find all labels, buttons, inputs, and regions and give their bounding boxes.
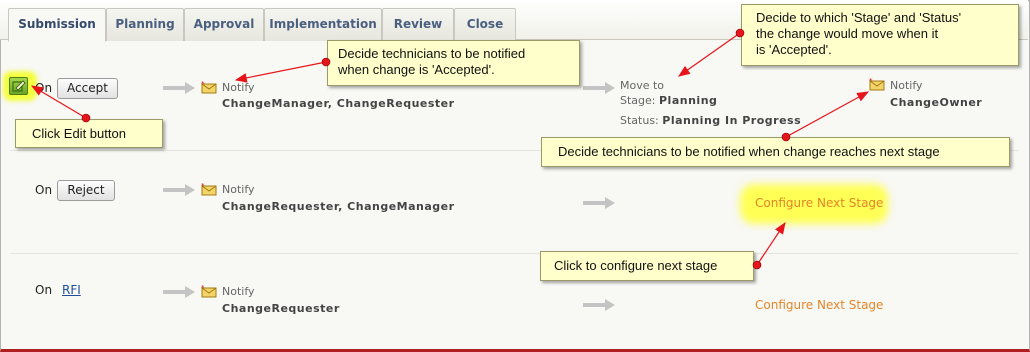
rfi-link[interactable]: RFI — [62, 283, 81, 297]
tab-planning[interactable]: Planning — [106, 8, 184, 41]
gray-right-arrow-icon — [163, 286, 195, 298]
callout-notify-accepted: Decide technicians to be notified when c… — [327, 40, 580, 86]
mail-envelope-icon: * — [201, 285, 217, 298]
gray-right-arrow-icon — [583, 82, 615, 94]
mail-envelope-icon: * — [201, 81, 217, 94]
gray-right-arrow-icon — [583, 299, 615, 311]
tab-close[interactable]: Close — [454, 8, 516, 41]
notify-recipients: ChangeRequester, ChangeManager — [222, 200, 455, 213]
mail-envelope-icon: * — [201, 183, 217, 196]
next-stage-notify-label: Notify — [890, 79, 923, 92]
callout-text: Click to configure next stage — [554, 258, 718, 273]
callout-text: is 'Accepted'. — [756, 42, 832, 57]
on-label: On — [35, 283, 53, 297]
callout-text: Decide to which 'Stage' and 'Status' — [756, 10, 962, 25]
stage-line: Stage: Planning — [620, 94, 717, 107]
gray-right-arrow-icon — [163, 82, 195, 94]
status-value: Planning In Progress — [662, 114, 802, 127]
svg-text:*: * — [201, 81, 205, 88]
move-to-label: Move to — [620, 79, 665, 92]
gray-right-arrow-icon — [583, 197, 615, 209]
status-label: Status: — [620, 114, 659, 127]
status-line: Status: Planning In Progress — [620, 114, 801, 127]
notify-label: Notify — [222, 81, 255, 94]
edit-button[interactable] — [9, 77, 28, 95]
configure-next-stage-link[interactable]: Configure Next Stage — [755, 196, 883, 210]
svg-text:*: * — [201, 183, 205, 190]
callout-text: Decide technicians to be notified — [338, 46, 526, 61]
row-divider — [10, 253, 1018, 254]
notify-recipients: ChangeManager, ChangeRequester — [222, 97, 455, 110]
svg-text:*: * — [201, 285, 205, 292]
callout-text: the change would move when it — [756, 26, 939, 41]
on-label: On — [35, 183, 53, 197]
callout-edit-button: Click Edit button — [15, 119, 163, 148]
tab-implementation[interactable]: Implementation — [264, 8, 382, 41]
callout-text: when change is 'Accepted'. — [338, 62, 495, 77]
gray-right-arrow-icon — [163, 184, 195, 196]
callout-next-stage-notify: Decide technicians to be notified when c… — [541, 137, 1010, 167]
tab-submission[interactable]: Submission — [8, 8, 106, 42]
notify-label: Notify — [222, 183, 255, 196]
stage-value: Planning — [659, 94, 718, 107]
mail-envelope-icon: * — [869, 78, 885, 91]
reject-button[interactable]: Reject — [57, 180, 115, 201]
callout-text: Decide technicians to be notified when c… — [558, 144, 940, 159]
callout-stage-status: Decide to which 'Stage' and 'Status' the… — [741, 4, 1019, 66]
notify-recipients: ChangeRequester — [222, 302, 340, 315]
notify-label: Notify — [222, 285, 255, 298]
callout-configure-next: Click to configure next stage — [540, 251, 754, 281]
stage-label: Stage: — [620, 94, 656, 107]
edit-pencil-icon — [12, 80, 26, 92]
next-stage-notify-recipients: ChangeOwner — [890, 96, 983, 109]
tab-approval[interactable]: Approval — [184, 8, 264, 41]
accept-button[interactable]: Accept — [57, 78, 118, 99]
tab-review[interactable]: Review — [382, 8, 454, 41]
callout-text: Click Edit button — [32, 126, 126, 141]
configure-next-stage-link[interactable]: Configure Next Stage — [755, 298, 883, 312]
svg-text:*: * — [869, 78, 873, 85]
on-label: On — [35, 81, 53, 95]
